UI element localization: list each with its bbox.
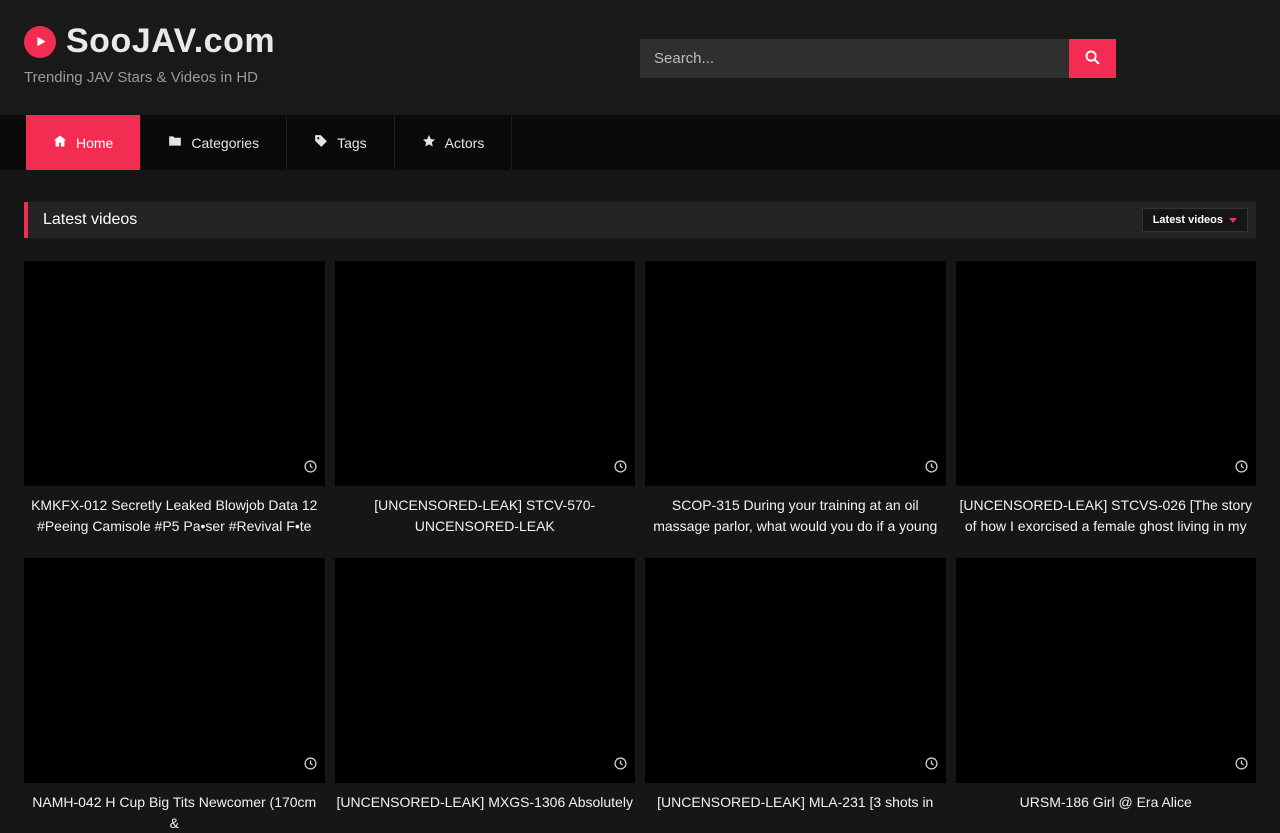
video-title[interactable]: SCOP-315 During your training at an oil … [645,495,946,536]
video-title[interactable]: URSM-186 Girl @ Era Alice [956,792,1257,813]
clock-icon [614,757,627,775]
video-thumbnail[interactable] [24,558,325,783]
video-thumbnail[interactable] [335,261,636,486]
clock-icon [925,757,938,775]
search-input[interactable] [640,39,1069,78]
video-card[interactable]: KMKFX-012 Secretly Leaked Blowjob Data 1… [24,261,325,536]
video-thumbnail[interactable] [956,558,1257,783]
main-nav: Home Categories Tags Actors [0,115,1280,170]
video-thumbnail[interactable] [956,261,1257,486]
video-thumbnail[interactable] [645,261,946,486]
video-card[interactable]: NAMH-042 H Cup Big Tits Newcomer (170cm … [24,558,325,833]
video-title[interactable]: NAMH-042 H Cup Big Tits Newcomer (170cm … [24,792,325,833]
clock-icon [1235,460,1248,478]
clock-icon [1235,757,1248,775]
clock-icon [304,757,317,775]
nav-item-actors[interactable]: Actors [395,115,513,170]
clock-icon [614,460,627,478]
video-grid: KMKFX-012 Secretly Leaked Blowjob Data 1… [24,261,1256,833]
site-title[interactable]: SooJAV.com [66,22,275,61]
sort-dropdown[interactable]: Latest videos [1142,208,1248,232]
home-icon [53,134,67,151]
clock-icon [925,460,938,478]
video-card[interactable]: [UNCENSORED-LEAK] STCVS-026 [The story o… [956,261,1257,536]
search-icon [1084,49,1101,69]
section-title: Latest videos [28,211,137,229]
play-logo-icon [24,26,56,58]
video-title[interactable]: [UNCENSORED-LEAK] STCV-570-UNCENSORED-LE… [335,495,636,536]
section-header: Latest videos Latest videos [24,202,1256,238]
nav-item-tags[interactable]: Tags [287,115,395,170]
tag-icon [314,134,328,151]
video-card[interactable]: URSM-186 Girl @ Era Alice [956,558,1257,833]
site-header: SooJAV.com Trending JAV Stars & Videos i… [0,0,1280,115]
video-card[interactable]: SCOP-315 During your training at an oil … [645,261,946,536]
video-thumbnail[interactable] [24,261,325,486]
video-thumbnail[interactable] [335,558,636,783]
nav-label: Tags [337,135,367,151]
video-card[interactable]: [UNCENSORED-LEAK] MXGS-1306 Absolutely [335,558,636,833]
star-icon [422,134,436,151]
video-title[interactable]: [UNCENSORED-LEAK] MLA-231 [3 shots in [645,792,946,813]
nav-item-categories[interactable]: Categories [141,115,287,170]
nav-item-home[interactable]: Home [26,115,141,170]
nav-label: Categories [191,135,259,151]
video-title[interactable]: [UNCENSORED-LEAK] STCVS-026 [The story o… [956,495,1257,536]
nav-label: Home [76,135,113,151]
video-card[interactable]: [UNCENSORED-LEAK] MLA-231 [3 shots in [645,558,946,833]
video-card[interactable]: [UNCENSORED-LEAK] STCV-570-UNCENSORED-LE… [335,261,636,536]
video-thumbnail[interactable] [645,558,946,783]
video-title[interactable]: [UNCENSORED-LEAK] MXGS-1306 Absolutely [335,792,636,813]
search-form [640,39,1116,78]
video-title[interactable]: KMKFX-012 Secretly Leaked Blowjob Data 1… [24,495,325,536]
search-button[interactable] [1069,39,1116,78]
sort-dropdown-label: Latest videos [1153,214,1223,226]
folder-icon [168,134,182,151]
clock-icon [304,460,317,478]
nav-label: Actors [445,135,485,151]
chevron-down-icon [1229,218,1237,223]
